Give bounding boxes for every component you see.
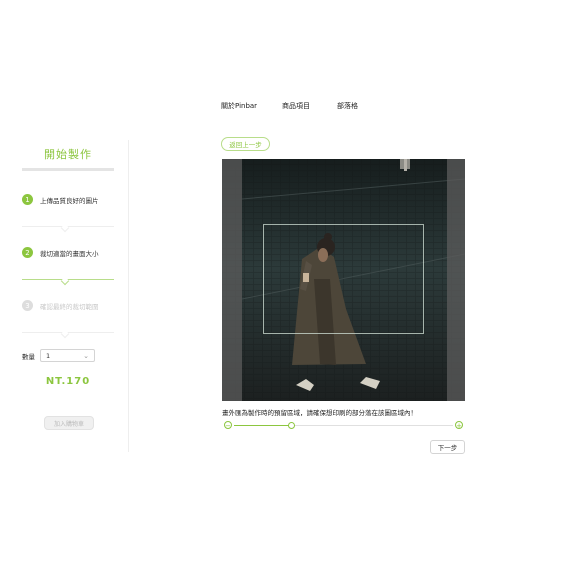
step-confirm: 3 確認最終的裁切範圍: [22, 300, 99, 311]
zoom-slider-row: − +: [222, 419, 465, 431]
add-to-cart-button[interactable]: 加入購物車: [44, 416, 94, 430]
chevron-down-icon: ⌄: [83, 351, 89, 360]
sidebar-divider: [22, 168, 114, 171]
plus-circle-icon[interactable]: +: [455, 421, 463, 430]
vertical-divider: [128, 140, 129, 452]
step-separator: [22, 276, 114, 286]
sidebar: 開始製作 1 上傳品質良好的圖片 2 裁切適當的畫面大小 3 確認最終的裁切範圍…: [22, 146, 114, 430]
nav-item-about[interactable]: 關於Pinbar: [221, 101, 257, 111]
quantity-label: 數量: [22, 352, 35, 361]
zoom-slider-fill: [234, 425, 291, 426]
zoom-slider-track[interactable]: [234, 422, 453, 429]
step-label: 確認最終的裁切範圍: [40, 302, 99, 311]
next-button[interactable]: 下一步: [430, 440, 465, 454]
quantity-row: 數量 1 ⌄: [22, 349, 95, 362]
crop-hint-text: 畫外匯為製作時的預留區域，請確保想印刷的部分落在該圖區域內！: [222, 409, 417, 417]
crop-canvas[interactable]: [222, 159, 465, 401]
step-upload: 1 上傳品質良好的圖片: [22, 194, 99, 205]
step-crop: 2 裁切適當的畫面大小: [22, 247, 99, 258]
zoom-slider-handle[interactable]: [287, 422, 295, 429]
step-number: 3: [22, 300, 33, 311]
quantity-select[interactable]: 1 ⌄: [40, 349, 95, 362]
step-number: 2: [22, 247, 33, 258]
crop-frame[interactable]: [263, 224, 424, 334]
minus-circle-icon[interactable]: −: [224, 421, 232, 430]
nav-item-products[interactable]: 商品項目: [282, 101, 310, 111]
step-label: 裁切適當的畫面大小: [40, 249, 99, 258]
quantity-value: 1: [46, 351, 51, 360]
step-separator: [22, 329, 114, 339]
top-nav: 關於Pinbar 商品項目 部落格: [0, 101, 564, 113]
sidebar-title: 開始製作: [44, 148, 92, 161]
back-button[interactable]: 返回上一步: [221, 137, 270, 151]
step-separator: [22, 223, 114, 233]
step-label: 上傳品質良好的圖片: [40, 196, 99, 205]
price: NT.170: [45, 376, 91, 387]
nav-item-blog[interactable]: 部落格: [337, 101, 358, 111]
step-number: 1: [22, 194, 33, 205]
